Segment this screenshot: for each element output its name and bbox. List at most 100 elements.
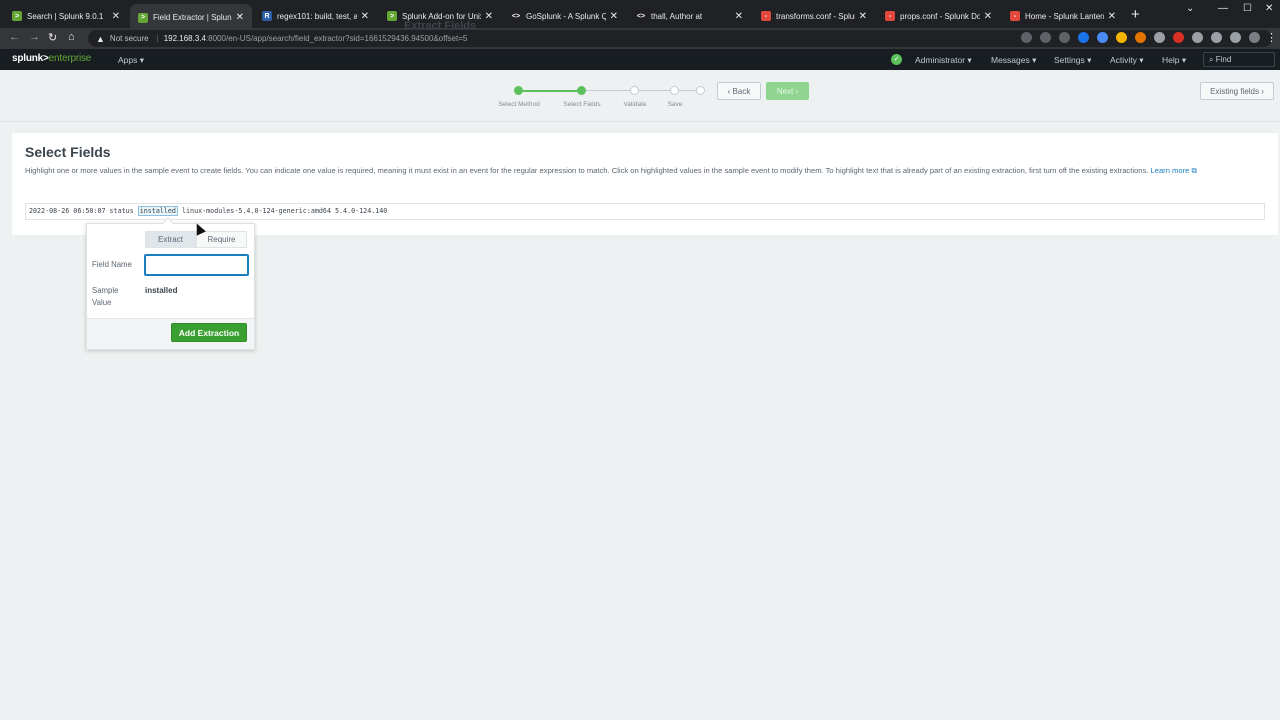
new-tab-button[interactable]: +: [1131, 7, 1140, 22]
close-tab-icon[interactable]: ✕: [112, 11, 120, 22]
wizard-header: [0, 70, 1280, 122]
sidebar-icon[interactable]: [1230, 32, 1241, 43]
tab-title: GoSplunk - A Splunk Qu: [526, 11, 606, 21]
close-tab-icon[interactable]: ✕: [610, 11, 618, 22]
close-tab-icon[interactable]: ✕: [984, 11, 992, 22]
favicon-icon: >: [387, 11, 397, 21]
event-text: linux-modules-5.4.0-124-generic:amd64 5.…: [177, 207, 388, 215]
extension-icon[interactable]: [1078, 32, 1089, 43]
add-extraction-button[interactable]: Add Extraction: [171, 323, 247, 342]
back-button[interactable]: ‹ Back: [717, 82, 761, 100]
maximize-icon[interactable]: ☐: [1243, 3, 1252, 14]
highlighted-value[interactable]: installed: [137, 206, 178, 216]
tab-require[interactable]: Require: [196, 231, 247, 248]
splunk-top-bar: splunk>enterprise Apps ▾ ✓ Administrator…: [0, 49, 1280, 70]
tab-search-icon[interactable]: ⌄: [1186, 3, 1194, 14]
puzzle-icon[interactable]: [1211, 32, 1222, 43]
close-tab-icon[interactable]: ✕: [485, 11, 493, 22]
favicon-icon: -: [885, 11, 895, 21]
administrator-menu[interactable]: Administrator ▾: [915, 55, 972, 66]
browser-tab[interactable]: > Search | Splunk 9.0.1 ✕: [4, 4, 128, 28]
tab-title: Field Extractor | Splunk 9.: [153, 13, 232, 22]
menu-kebab-icon[interactable]: ⋮: [1266, 31, 1277, 44]
favicon-icon: <>: [636, 11, 646, 21]
reload-icon[interactable]: ↻: [48, 31, 57, 44]
wizard-title: Extract Fields: [404, 20, 477, 32]
step-connector: [586, 90, 630, 91]
share-icon[interactable]: [1021, 32, 1032, 43]
browser-tab[interactable]: > Field Extractor | Splunk 9. ✕: [130, 4, 252, 31]
extension-icon[interactable]: [1097, 32, 1108, 43]
url-path: :8000/en-US/app/search/field_extractor?s…: [205, 34, 468, 43]
page-title: Select Fields: [25, 144, 111, 160]
tab-title: Search | Splunk 9.0.1: [27, 11, 104, 21]
extension-icon[interactable]: [1116, 32, 1127, 43]
back-arrow-icon[interactable]: ←: [9, 31, 20, 43]
sample-value-label: Sample Value: [92, 286, 119, 307]
find-search-box[interactable]: ⌕ Find: [1203, 52, 1275, 67]
browser-tab[interactable]: <> thall, Author at ✕: [628, 4, 751, 28]
browser-tab[interactable]: - transforms.conf - Splunk ✕: [753, 4, 875, 28]
browser-toolbar: ← → ↻ ⌂ ▲ Not secure | 192.168.3.4 :8000…: [0, 28, 1280, 49]
close-tab-icon[interactable]: ✕: [236, 12, 244, 23]
extension-icon[interactable]: [1059, 32, 1070, 43]
settings-menu[interactable]: Settings ▾: [1054, 55, 1091, 66]
omnibox-divider: |: [156, 34, 159, 43]
help-menu[interactable]: Help ▾: [1162, 55, 1186, 66]
profile-avatar[interactable]: [1249, 32, 1260, 43]
tab-title: props.conf - Splunk Docu: [900, 11, 980, 21]
favicon-icon: >: [12, 11, 22, 21]
search-icon: ⌕: [1209, 55, 1216, 64]
next-button[interactable]: Next ›: [766, 82, 809, 100]
step-dot-end: [696, 86, 705, 95]
splunk-logo[interactable]: splunk>enterprise: [12, 53, 91, 64]
existing-fields-button[interactable]: Existing fields ›: [1200, 82, 1274, 100]
tab-title: transforms.conf - Splunk: [776, 11, 855, 21]
activity-menu[interactable]: Activity ▾: [1110, 55, 1144, 66]
browser-tab[interactable]: Rregex101: build, test, and ✕: [254, 4, 377, 28]
instructions-text: Highlight one or more values in the samp…: [25, 166, 1197, 175]
favicon-icon: >: [138, 12, 148, 23]
apps-menu[interactable]: Apps ▾: [118, 55, 144, 66]
browser-tab-strip: > Search | Splunk 9.0.1 ✕ > Field Extractor …: [0, 0, 1280, 31]
home-icon[interactable]: ⌂: [68, 31, 75, 43]
extension-icon[interactable]: [1192, 32, 1203, 43]
url-host: 192.168.3.4: [163, 34, 206, 43]
learn-more-link[interactable]: Learn more ⧉: [1151, 166, 1197, 175]
favicon-icon: -: [1010, 11, 1020, 21]
step-label-select-fields: Select Fields: [563, 101, 601, 108]
forward-arrow-icon[interactable]: →: [29, 31, 40, 43]
step-dot-select-method: [514, 86, 523, 95]
close-tab-icon[interactable]: ✕: [859, 11, 867, 22]
messages-menu[interactable]: Messages ▾: [991, 55, 1036, 66]
browser-tab[interactable]: - Home - Splunk Lantern ✕: [1002, 4, 1124, 28]
extension-icon[interactable]: [1173, 32, 1184, 43]
extension-icon[interactable]: [1135, 32, 1146, 43]
close-tab-icon[interactable]: ✕: [735, 11, 743, 22]
step-connector: [523, 90, 581, 92]
field-name-input[interactable]: [144, 254, 249, 276]
browser-tab[interactable]: <> GoSplunk - A Splunk Qu ✕: [503, 4, 626, 28]
warning-icon: ▲: [96, 33, 105, 44]
sample-value: installed: [145, 286, 178, 295]
step-label-select-method: Select Method: [498, 101, 540, 108]
favicon-icon: -: [761, 11, 771, 21]
field-name-label: Field Name: [92, 260, 132, 269]
minimize-icon[interactable]: —: [1218, 3, 1228, 14]
tab-extract[interactable]: Extract: [145, 231, 196, 248]
browser-tab[interactable]: -props.conf - Splunk Docu ✕: [877, 4, 1000, 28]
step-dot-validate: [630, 86, 639, 95]
sample-event[interactable]: 2022-08-26 06:50:07 status installed lin…: [25, 203, 1265, 220]
health-check-icon[interactable]: ✓: [891, 54, 902, 65]
bookmark-star-icon[interactable]: [1040, 32, 1051, 43]
step-dot-save: [670, 86, 679, 95]
extension-icon[interactable]: [1154, 32, 1165, 43]
step-label-save: Save: [667, 101, 683, 108]
close-window-icon[interactable]: ✕: [1265, 3, 1273, 14]
security-label: Not secure: [109, 34, 149, 43]
tab-title: thall, Author at: [651, 11, 703, 21]
event-text: 2022-08-26 06:50:07 status: [29, 207, 138, 215]
tab-title: Home - Splunk Lantern: [1025, 11, 1104, 21]
close-tab-icon[interactable]: ✕: [361, 11, 369, 22]
close-tab-icon[interactable]: ✕: [1108, 11, 1116, 22]
